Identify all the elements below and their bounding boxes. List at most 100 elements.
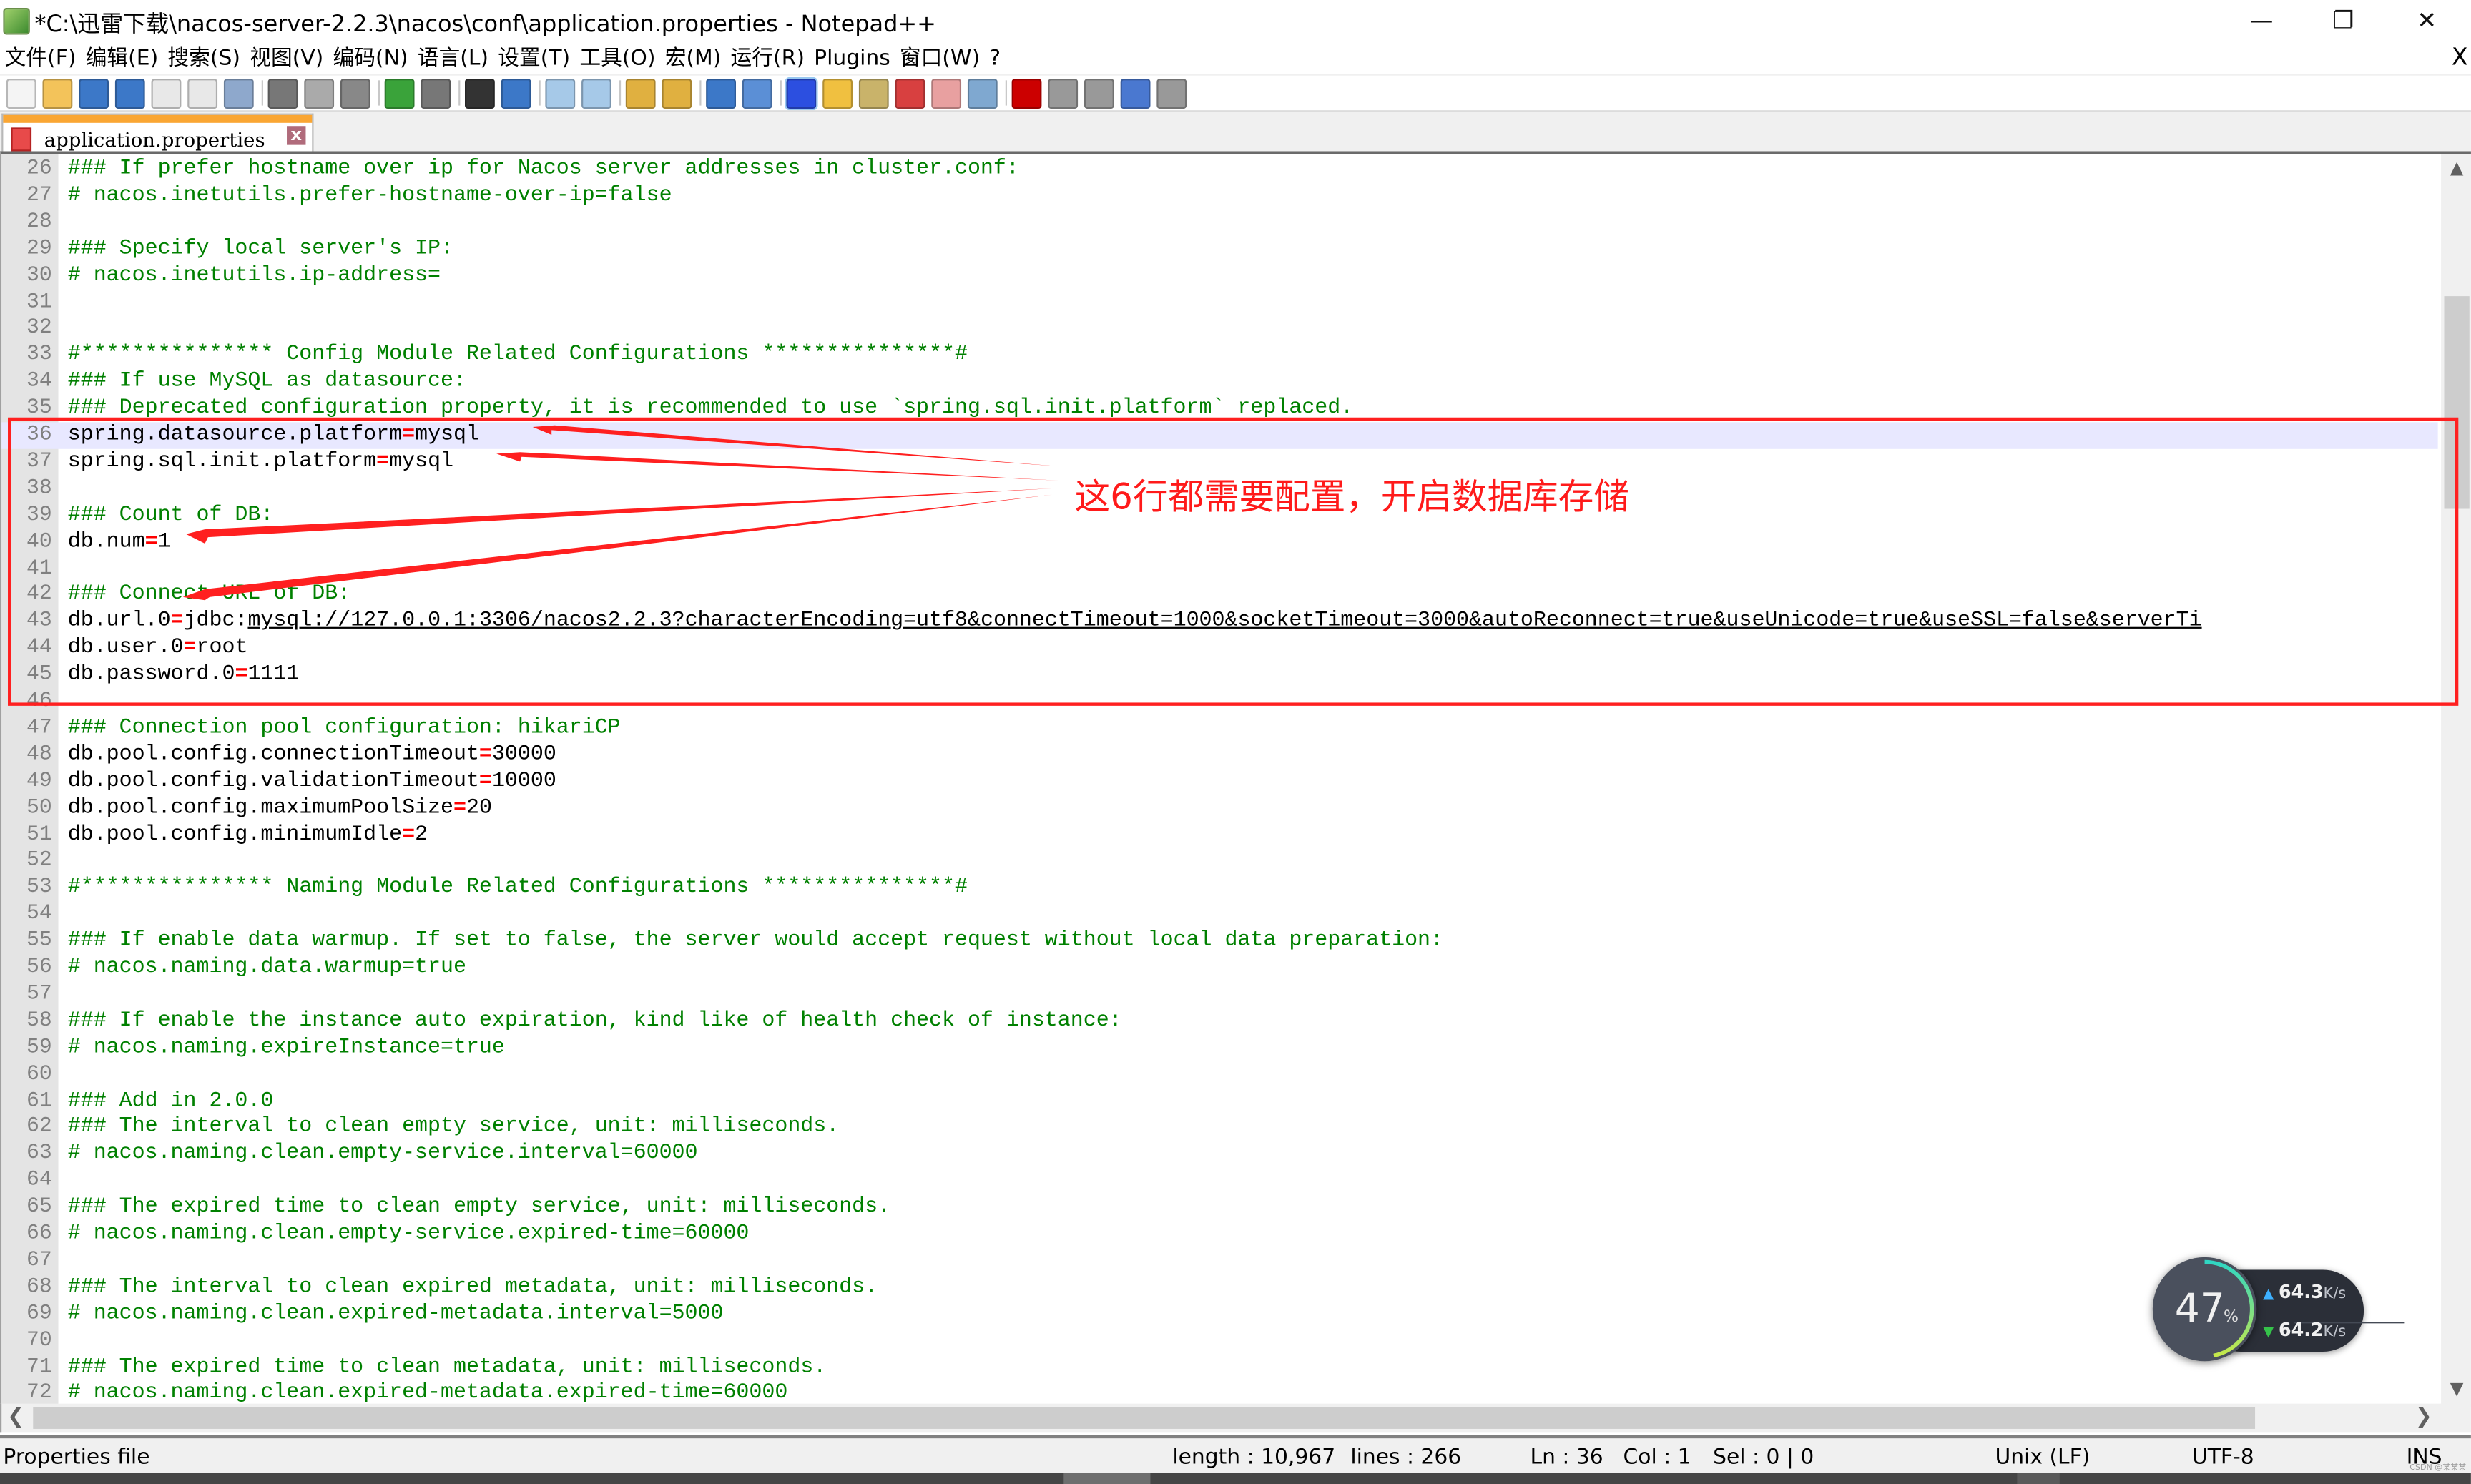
tab-close-button[interactable]: x	[287, 125, 306, 145]
new-file-icon[interactable]	[6, 79, 36, 109]
cut-icon[interactable]	[267, 79, 298, 109]
code-line[interactable]: 71 ### The expired time to clean metadata…	[1, 1354, 2437, 1380]
toolbar-separator	[780, 80, 782, 106]
show-all-chars-icon[interactable]	[742, 79, 772, 109]
menu-item-6[interactable]: 设置(T)	[498, 42, 570, 74]
code-line[interactable]: 66 # nacos.naming.clean.empty-service.exp…	[1, 1221, 2437, 1247]
code-line[interactable]: 30 # nacos.inetutils.ip-address=	[1, 262, 2437, 289]
network-monitor-widget[interactable]: 47 % ▲ 64.3K/s ▼ 64.2K/s	[2152, 1257, 2405, 1365]
taskbar-item[interactable]	[1063, 1473, 1151, 1484]
vertical-scrollbar[interactable]: ▲ ▼	[2441, 154, 2471, 1407]
code-line[interactable]: 58 ### If enable the instance auto expira…	[1, 1008, 2437, 1034]
code-line[interactable]: 61 ### Add in 2.0.0	[1, 1088, 2437, 1114]
code-line[interactable]: 57	[1, 981, 2437, 1008]
restore-button[interactable]: ❐	[2304, 0, 2382, 41]
code-line[interactable]: 65 ### The expired time to clean empty se…	[1, 1194, 2437, 1221]
scroll-up-icon[interactable]: ▲	[2441, 154, 2471, 183]
code-line[interactable]: 51 db.pool.config.minimumIdle=2	[1, 822, 2437, 848]
save-icon[interactable]	[79, 79, 109, 109]
menu-item-5[interactable]: 语言(L)	[418, 42, 488, 74]
status-eol[interactable]: Unix (LF)	[1995, 1445, 2091, 1470]
user-defined-language-icon[interactable]	[822, 79, 853, 109]
menu-item-2[interactable]: 搜索(S)	[167, 42, 240, 74]
line-number: 27	[26, 184, 52, 208]
menu-item-7[interactable]: 工具(O)	[579, 42, 655, 74]
code-line[interactable]: 68 ### The interval to clean expired meta…	[1, 1274, 2437, 1301]
monitoring-icon[interactable]	[967, 79, 998, 109]
menu-item-8[interactable]: 宏(M)	[665, 42, 722, 74]
open-file-icon[interactable]	[42, 79, 73, 109]
status-encoding[interactable]: UTF-8	[2192, 1445, 2254, 1470]
run-macro-multiple-icon[interactable]	[1120, 79, 1151, 109]
horizontal-scroll-thumb[interactable]	[33, 1407, 2256, 1429]
menu-item-12[interactable]: ?	[989, 42, 1001, 74]
code-line[interactable]: 60	[1, 1061, 2437, 1088]
redo-icon[interactable]	[421, 79, 451, 109]
undo-icon[interactable]	[384, 79, 415, 109]
code-line[interactable]: 50 db.pool.config.maximumPoolSize=20	[1, 795, 2437, 822]
code-line[interactable]: 31	[1, 289, 2437, 315]
replace-icon[interactable]	[501, 79, 531, 109]
code-line[interactable]: 53 #*************** Naming Module Related…	[1, 875, 2437, 901]
playback-macro-icon[interactable]	[1084, 79, 1114, 109]
menu-item-11[interactable]: 窗口(W)	[900, 42, 980, 74]
code-line[interactable]: 62 ### The interval to clean empty servic…	[1, 1114, 2437, 1141]
close-window-button[interactable]: ✕	[2387, 0, 2466, 41]
taskbar-item[interactable]	[2017, 1473, 2060, 1484]
code-line[interactable]: 34 ### If use MySQL as datasource:	[1, 369, 2437, 395]
record-macro-icon[interactable]	[1011, 79, 1042, 109]
menu-item-10[interactable]: Plugins	[814, 42, 890, 74]
scroll-down-icon[interactable]: ▼	[2441, 1375, 2471, 1404]
stop-recording-icon[interactable]	[1048, 79, 1079, 109]
code-line[interactable]: 32	[1, 315, 2437, 342]
code-line[interactable]: 67	[1, 1247, 2437, 1274]
save-macro-icon[interactable]	[1156, 79, 1187, 109]
indent-guide-icon[interactable]	[785, 77, 818, 111]
close-document-button[interactable]: X	[2452, 41, 2468, 72]
sync-horizontal-icon[interactable]	[662, 79, 692, 109]
tab-application-properties[interactable]: application.properties x	[1, 113, 314, 154]
code-line[interactable]: 56 # nacos.naming.data.warmup=true	[1, 955, 2437, 981]
code-line[interactable]: 64	[1, 1168, 2437, 1194]
code-line[interactable]: 26 ### If prefer hostname over ip for Nac…	[1, 156, 2437, 182]
code-line[interactable]: 52	[1, 848, 2437, 875]
zoom-in-icon[interactable]	[545, 79, 576, 109]
word-wrap-icon[interactable]	[706, 79, 736, 109]
scroll-right-icon[interactable]: ❯	[2409, 1404, 2438, 1433]
print-icon[interactable]	[223, 79, 254, 109]
save-all-icon[interactable]	[114, 79, 145, 109]
document-map-icon[interactable]	[858, 79, 889, 109]
code-line[interactable]: 27 # nacos.inetutils.prefer-hostname-over…	[1, 182, 2437, 209]
code-line[interactable]: 59 # nacos.naming.expireInstance=true	[1, 1035, 2437, 1061]
menu-item-3[interactable]: 视图(V)	[250, 42, 323, 74]
code-editor[interactable]: 26 ### If prefer hostname over ip for Nac…	[0, 151, 2471, 1407]
menu-item-9[interactable]: 运行(R)	[731, 42, 805, 74]
code-line[interactable]: 49 db.pool.config.validationTimeout=10000	[1, 768, 2437, 795]
zoom-out-icon[interactable]	[581, 79, 611, 109]
code-line[interactable]: 70	[1, 1327, 2437, 1354]
copy-icon[interactable]	[304, 79, 335, 109]
code-line[interactable]: 29 ### Specify local server's IP:	[1, 236, 2437, 262]
status-column: Col : 1	[1623, 1444, 1691, 1470]
code-line[interactable]: 48 db.pool.config.connectionTimeout=30000	[1, 742, 2437, 768]
code-line[interactable]: 69 # nacos.naming.clean.expired-metadata.…	[1, 1301, 2437, 1327]
code-line[interactable]: 55 ### If enable data warmup. If set to f…	[1, 928, 2437, 955]
minimize-button[interactable]: —	[2222, 0, 2301, 41]
close-all-icon[interactable]	[187, 79, 218, 109]
folder-as-workspace-icon[interactable]	[931, 79, 962, 109]
code-line[interactable]: 33 #*************** Config Module Related…	[1, 343, 2437, 369]
close-icon[interactable]	[151, 79, 182, 109]
paste-icon[interactable]	[340, 79, 370, 109]
scroll-left-icon[interactable]: ❮	[1, 1404, 30, 1433]
menu-item-1[interactable]: 编辑(E)	[86, 42, 159, 74]
horizontal-scrollbar[interactable]: ❮ ❯	[0, 1403, 2442, 1433]
code-line[interactable]: 63 # nacos.naming.clean.empty-service.int…	[1, 1141, 2437, 1167]
sync-vertical-icon[interactable]	[625, 79, 656, 109]
menu-item-0[interactable]: 文件(F)	[5, 42, 77, 74]
code-line[interactable]: 47 ### Connection pool configuration: hik…	[1, 715, 2437, 742]
function-list-icon[interactable]	[895, 79, 925, 109]
menu-item-4[interactable]: 编码(N)	[333, 42, 408, 74]
find-icon[interactable]	[465, 79, 495, 109]
code-line[interactable]: 54	[1, 901, 2437, 928]
code-line[interactable]: 28	[1, 210, 2437, 236]
